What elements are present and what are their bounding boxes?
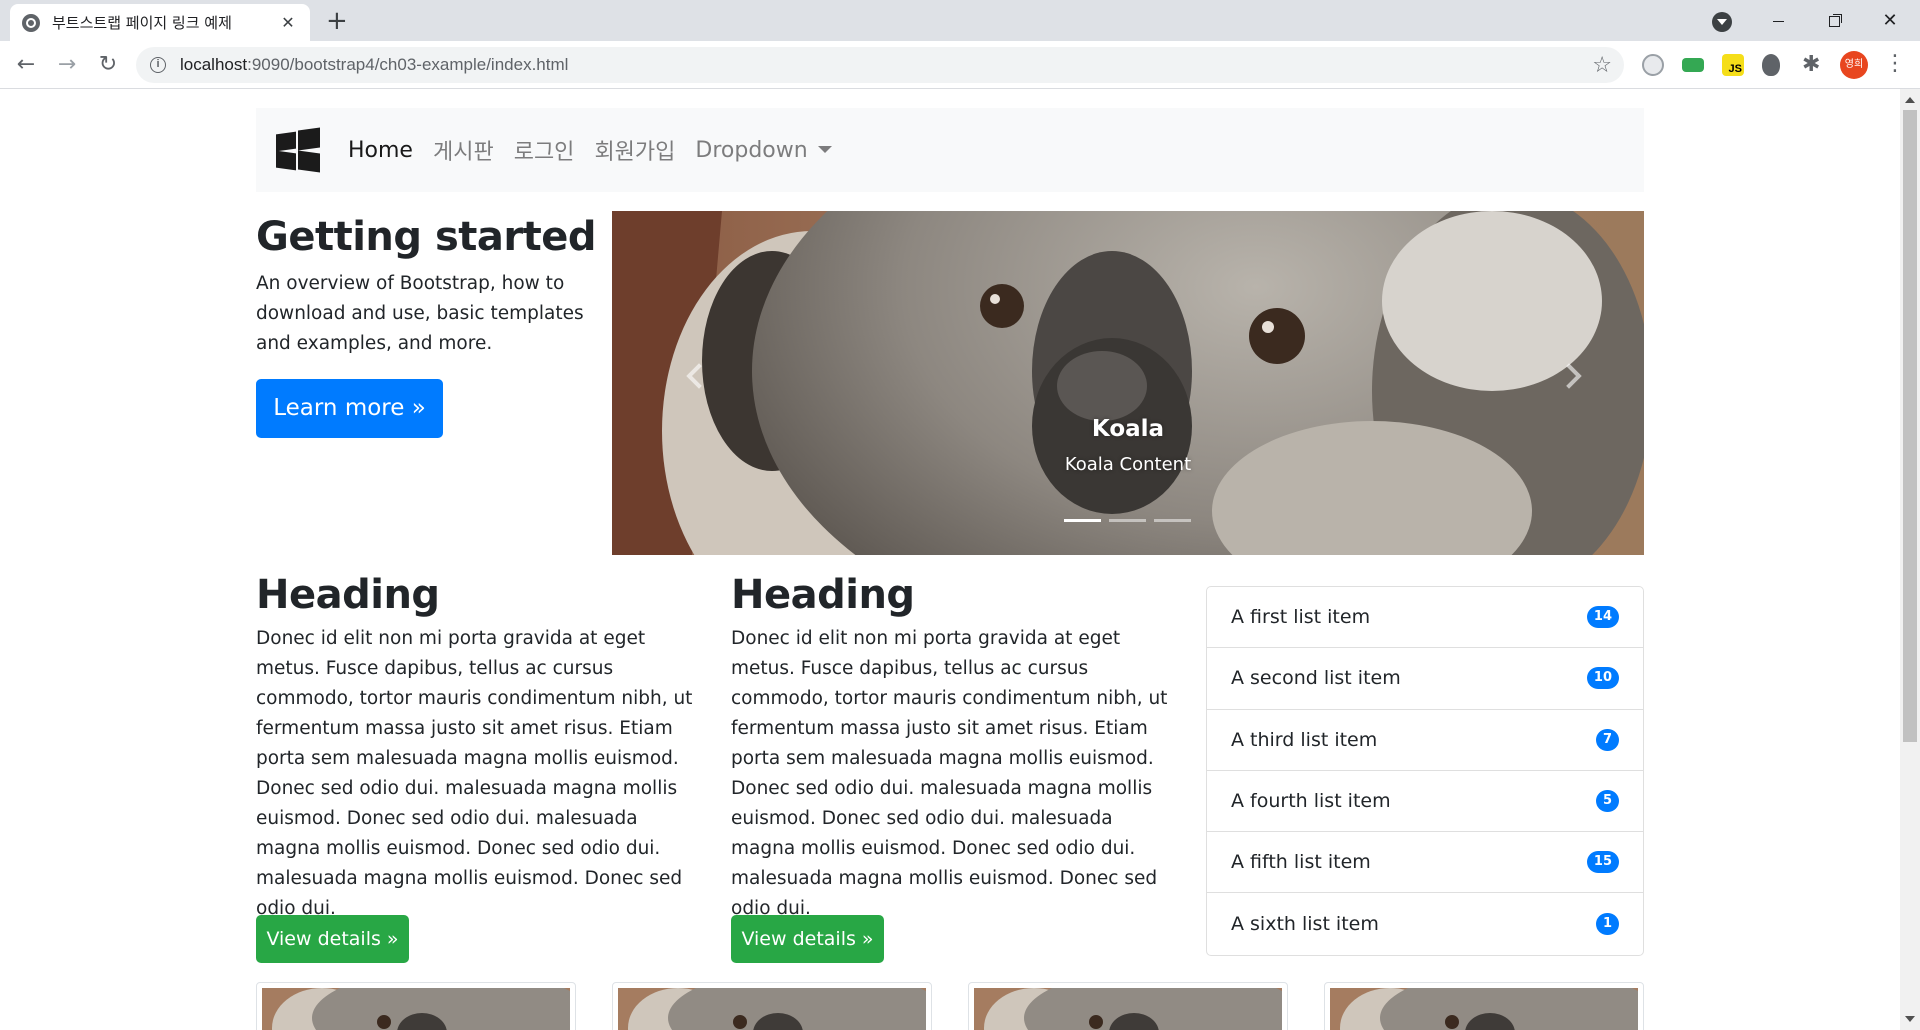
scroll-up-icon[interactable] bbox=[1905, 97, 1915, 103]
navbar: Home 게시판 로그인 회원가입 Dropdown bbox=[256, 108, 1644, 192]
count-badge: 10 bbox=[1586, 667, 1619, 690]
browser-tab-strip: 부트스트랩 페이지 링크 예제 ✕ + ✕ bbox=[0, 0, 1920, 41]
koala-image bbox=[612, 211, 1644, 555]
carousel-indicator[interactable] bbox=[1154, 519, 1191, 522]
js-extension-icon[interactable]: JS bbox=[1722, 54, 1744, 76]
column-text: Donec id elit non mi porta gravida at eg… bbox=[256, 628, 693, 919]
carousel[interactable]: Koala Koala Content bbox=[612, 211, 1644, 555]
dropdown-label: Dropdown bbox=[695, 137, 808, 163]
thumbnail[interactable] bbox=[612, 982, 932, 1030]
koala-thumbnail-image bbox=[1330, 988, 1638, 1030]
page-viewport: Home 게시판 로그인 회원가입 Dropdown Getting start… bbox=[0, 89, 1900, 1030]
browser-toolbar: ← → ↻ i localhost:9090/bootstrap4/ch03-e… bbox=[0, 41, 1920, 89]
koala-thumbnail-image bbox=[618, 988, 926, 1030]
list-item[interactable]: A second list item 10 bbox=[1207, 648, 1643, 710]
carousel-next-icon[interactable] bbox=[1558, 357, 1588, 397]
jumbotron-text: An overview of Bootstrap, how to downloa… bbox=[256, 273, 584, 354]
column-heading: Heading bbox=[731, 572, 915, 618]
minimize-button[interactable] bbox=[1750, 6, 1806, 36]
carousel-indicators bbox=[1064, 519, 1191, 522]
carousel-prev-icon[interactable] bbox=[680, 357, 710, 397]
list-item[interactable]: A first list item 14 bbox=[1207, 587, 1643, 649]
vertical-scrollbar[interactable] bbox=[1900, 89, 1920, 1030]
avatar[interactable]: 영희 bbox=[1840, 51, 1868, 79]
count-badge: 7 bbox=[1595, 728, 1619, 751]
extension-icon[interactable] bbox=[1682, 58, 1704, 72]
nav-item-board[interactable]: 게시판 bbox=[433, 134, 494, 166]
list-item[interactable]: A fifth list item 15 bbox=[1207, 832, 1643, 894]
caption-text: Koala Content bbox=[1064, 454, 1192, 475]
carousel-indicator[interactable] bbox=[1109, 519, 1146, 522]
thumbnail[interactable] bbox=[1324, 982, 1644, 1030]
jumbotron-title: Getting started bbox=[256, 214, 596, 260]
star-icon[interactable]: ☆ bbox=[1592, 53, 1612, 78]
bug-extension-icon[interactable] bbox=[1762, 54, 1780, 76]
list-item-label: A second list item bbox=[1231, 667, 1401, 690]
list-group: A first list item 14 A second list item 10… bbox=[1206, 586, 1644, 956]
scroll-down-icon[interactable] bbox=[1905, 1016, 1915, 1022]
koala-thumbnail-image bbox=[974, 988, 1282, 1030]
carousel-indicator[interactable] bbox=[1064, 519, 1101, 522]
new-tab-button[interactable]: + bbox=[326, 8, 348, 34]
list-item-label: A sixth list item bbox=[1231, 913, 1379, 936]
view-details-button[interactable]: View details » bbox=[731, 915, 884, 963]
tab-title: 부트스트랩 페이지 링크 예제 bbox=[52, 14, 232, 32]
browser-tab[interactable]: 부트스트랩 페이지 링크 예제 ✕ bbox=[10, 4, 310, 41]
tab-close-icon[interactable]: ✕ bbox=[278, 13, 298, 33]
thumbnail[interactable] bbox=[256, 982, 576, 1030]
info-icon[interactable]: i bbox=[150, 57, 166, 73]
column-heading: Heading bbox=[256, 572, 440, 618]
thumbnail[interactable] bbox=[968, 982, 1288, 1030]
url-host: localhost bbox=[180, 55, 248, 74]
count-badge: 1 bbox=[1595, 913, 1619, 936]
address-bar[interactable]: i localhost:9090/bootstrap4/ch03-example… bbox=[136, 47, 1624, 83]
list-item-label: A fourth list item bbox=[1231, 790, 1391, 813]
koala-thumbnail-image bbox=[262, 988, 570, 1030]
caret-down-icon bbox=[817, 145, 832, 153]
back-icon[interactable]: ← bbox=[14, 53, 38, 77]
restore-button[interactable] bbox=[1806, 6, 1862, 36]
list-item-label: A third list item bbox=[1231, 728, 1378, 751]
list-item[interactable]: A sixth list item 1 bbox=[1207, 893, 1643, 954]
caption-title: Koala bbox=[1091, 416, 1165, 442]
nav-item-signup[interactable]: 회원가입 bbox=[594, 134, 675, 166]
count-badge: 15 bbox=[1586, 851, 1619, 874]
tab-search-icon[interactable] bbox=[1712, 12, 1732, 32]
carousel-caption: Koala Koala Content bbox=[612, 416, 1644, 475]
forward-icon[interactable]: → bbox=[55, 53, 79, 77]
extension-icon[interactable] bbox=[1642, 54, 1664, 76]
count-badge: 14 bbox=[1586, 606, 1619, 629]
window-close-button[interactable]: ✕ bbox=[1862, 6, 1918, 36]
extensions-icon[interactable]: ✱ bbox=[1802, 54, 1824, 76]
list-item[interactable]: A third list item 7 bbox=[1207, 710, 1643, 771]
count-badge: 5 bbox=[1595, 790, 1619, 813]
view-details-button[interactable]: View details » bbox=[256, 915, 409, 963]
scrollbar-thumb[interactable] bbox=[1903, 110, 1917, 742]
url-text[interactable]: localhost:9090/bootstrap4/ch03-example/i… bbox=[180, 55, 568, 75]
reload-icon[interactable]: ↻ bbox=[96, 53, 120, 77]
nav-item-login[interactable]: 로그인 bbox=[514, 134, 575, 166]
globe-icon bbox=[22, 13, 40, 32]
menu-icon[interactable]: ⋮ bbox=[1884, 51, 1906, 77]
url-path: :9090/bootstrap4/ch03-example/index.html bbox=[247, 55, 569, 74]
list-item-label: A first list item bbox=[1231, 606, 1371, 629]
windows-logo-icon[interactable] bbox=[276, 127, 320, 173]
nav-item-dropdown[interactable]: Dropdown bbox=[695, 137, 832, 163]
nav-item-home[interactable]: Home bbox=[348, 138, 413, 163]
learn-more-button[interactable]: Learn more » bbox=[256, 379, 443, 438]
column-text: Donec id elit non mi porta gravida at eg… bbox=[731, 628, 1168, 919]
list-item[interactable]: A fourth list item 5 bbox=[1207, 771, 1643, 833]
list-item-label: A fifth list item bbox=[1231, 851, 1371, 874]
